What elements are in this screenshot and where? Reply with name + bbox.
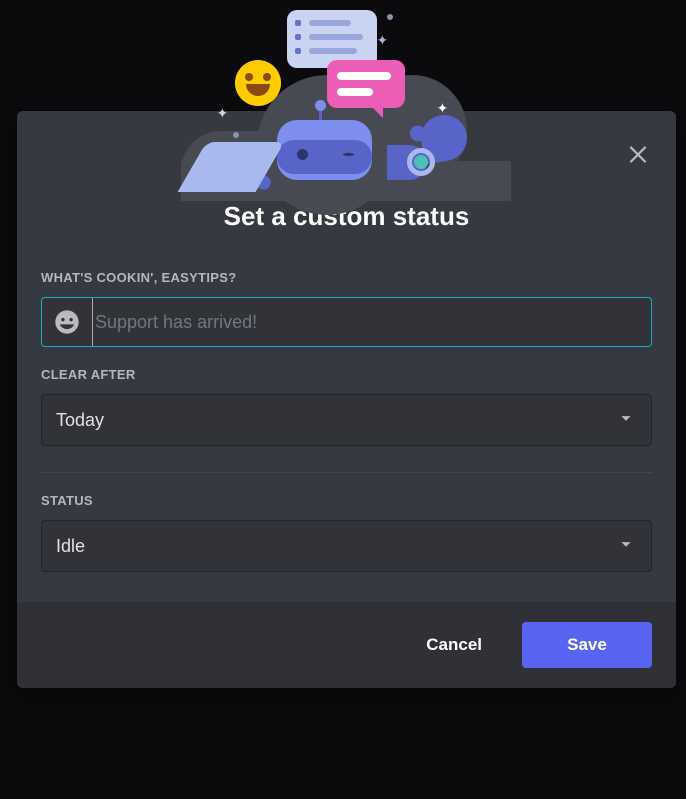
clear-after-label: Clear After xyxy=(41,367,652,382)
close-button[interactable] xyxy=(620,135,656,171)
status-value: Idle xyxy=(56,536,85,557)
chevron-down-icon xyxy=(615,407,637,434)
close-icon xyxy=(625,140,651,166)
status-input-container xyxy=(41,297,652,347)
status-label: Status xyxy=(41,493,652,508)
custom-status-modal: ✦ ✦ ✦ Set a custom status What's cookin'… xyxy=(17,111,676,688)
status-prompt-label: What's cookin', EasyTips? xyxy=(41,270,652,285)
divider xyxy=(41,472,652,473)
hero-illustration: ✦ ✦ ✦ xyxy=(197,20,497,201)
emoji-picker-button[interactable] xyxy=(52,307,82,337)
status-select[interactable]: Idle xyxy=(41,520,652,572)
chevron-down-icon xyxy=(615,533,637,560)
clear-after-select[interactable]: Today xyxy=(41,394,652,446)
save-button[interactable]: Save xyxy=(522,622,652,668)
status-text-input[interactable] xyxy=(92,298,641,346)
modal-footer: Cancel Save xyxy=(17,602,676,688)
clear-after-value: Today xyxy=(56,410,104,431)
smile-icon xyxy=(53,308,81,336)
cancel-button[interactable]: Cancel xyxy=(400,622,508,668)
